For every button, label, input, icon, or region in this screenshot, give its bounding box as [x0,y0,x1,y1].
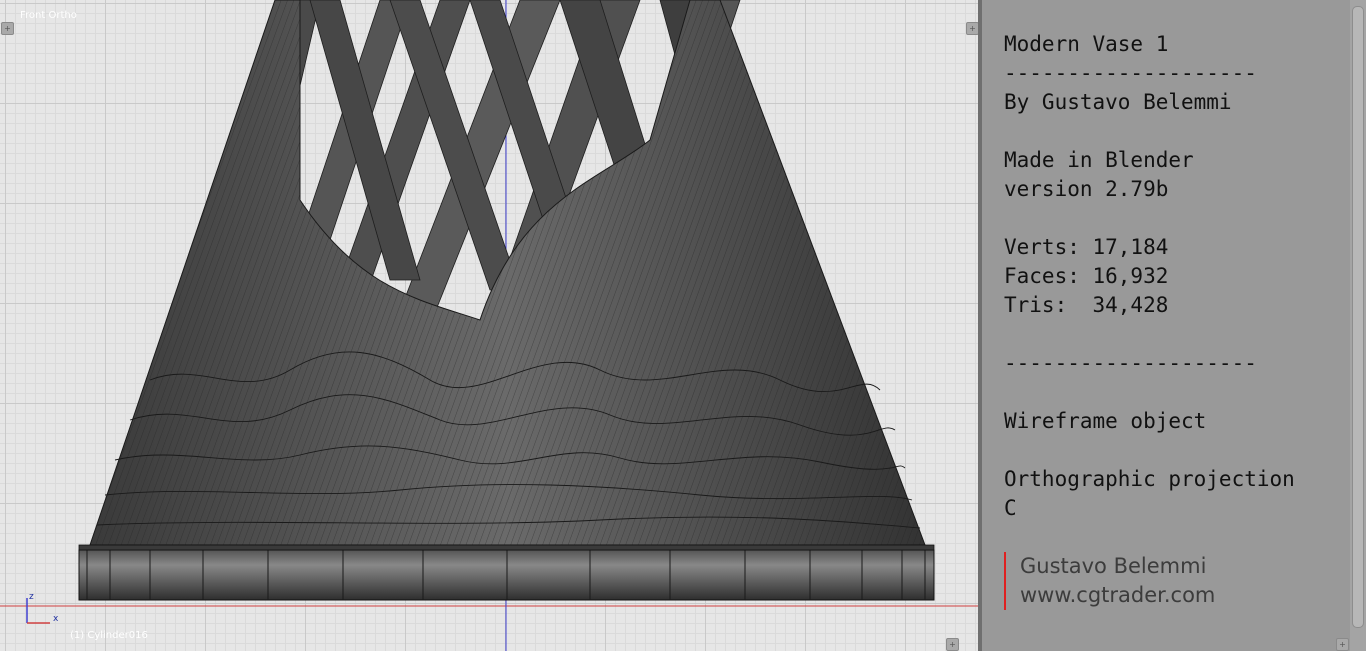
text-line [1004,378,1295,407]
text-line: C [1004,496,1017,520]
axis-z-label: z [29,592,34,602]
text-line: Verts: 17,184 [1004,235,1169,259]
active-object-label: (1) Cylinder016 [70,630,148,641]
text-line: Wireframe object [1004,409,1207,433]
text-line [1004,436,1295,465]
view-name-label: Front Ortho [20,10,77,21]
text-line: version 2.79b [1004,177,1169,201]
text-line: -------------------- [1004,351,1257,375]
text-line [1004,320,1295,349]
watermark: Gustavo Belemmi www.cgtrader.com [1004,552,1215,610]
axis-x-label: x [53,614,59,624]
text-line: By Gustavo Belemmi [1004,90,1232,114]
scrollbar-thumb[interactable] [1352,6,1364,628]
text-line: -------------------- [1004,61,1257,85]
viewport-corner-bottom-right[interactable]: + [946,638,959,651]
text-line [1004,204,1295,233]
axis-gizmo: z x [26,592,59,624]
text-line [1004,117,1295,146]
text-line: Faces: 16,932 [1004,264,1169,288]
editor-corner-bottom-right[interactable]: + [1336,638,1349,651]
3d-viewport[interactable]: Front Ortho (1) Cylinder016 + + + z x [0,0,980,651]
text-editor-content[interactable]: Modern Vase 1 -------------------- By Gu… [1004,30,1295,523]
text-line: Modern Vase 1 [1004,32,1169,56]
viewport-corner-top-left[interactable]: + [1,22,14,35]
vase-model[interactable] [0,0,980,651]
text-line: Orthographic projection [1004,467,1295,491]
text-line: Made in Blender [1004,148,1194,172]
text-editor-scrollbar[interactable] [1350,0,1366,651]
watermark-author: Gustavo Belemmi [1020,554,1207,578]
text-line: Tris: 34,428 [1004,293,1169,317]
watermark-site: www.cgtrader.com [1020,583,1216,607]
text-editor-panel[interactable]: Modern Vase 1 -------------------- By Gu… [982,0,1350,651]
